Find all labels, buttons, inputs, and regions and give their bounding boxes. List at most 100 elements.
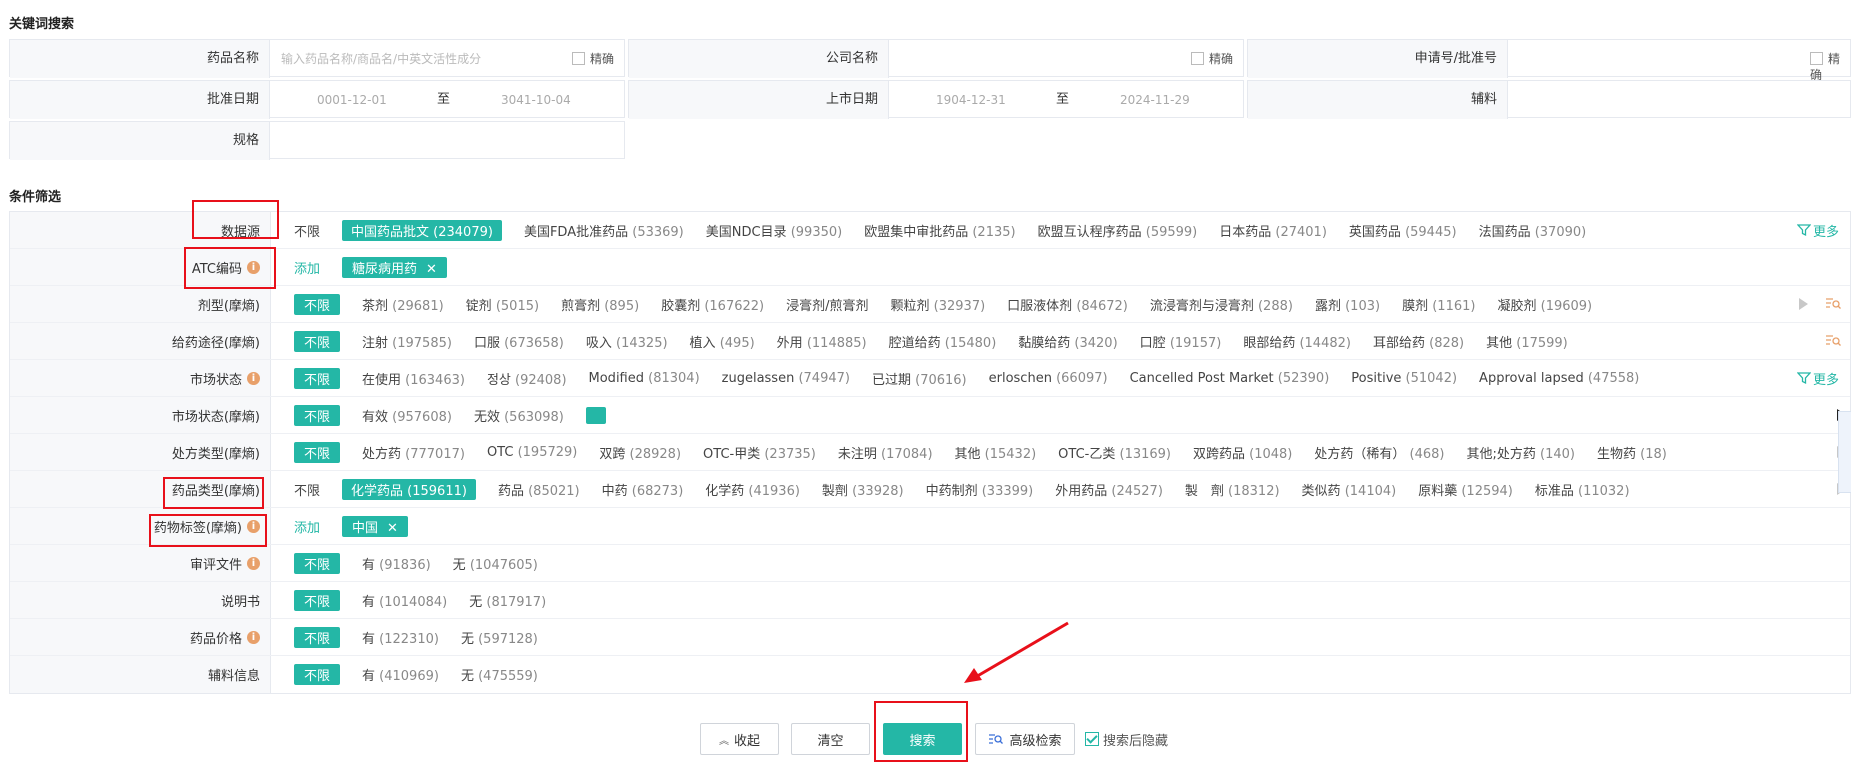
market-date-from[interactable]: 1904-12-31	[936, 81, 1006, 119]
filter-option[interactable]: 有 (122310)	[362, 628, 439, 647]
market-date-to[interactable]: 2024-11-29	[1120, 81, 1190, 119]
filter-option[interactable]: 茶剂 (29681)	[362, 295, 444, 314]
filter-option[interactable]: 处方药（稀有） (468)	[1314, 443, 1444, 462]
option-unlimited[interactable]: 不限	[294, 441, 341, 463]
drug-name-precise-checkbox[interactable]: 精确	[572, 51, 614, 67]
filter-option[interactable]: 注射 (197585)	[362, 332, 452, 351]
filter-option[interactable]: 耳部给药 (828)	[1373, 332, 1464, 351]
drug-name-input[interactable]: 输入药品名称/商品名/中英文活性成分	[270, 40, 481, 78]
company-input[interactable]	[889, 40, 900, 78]
filter-option[interactable]: 其他 (17599)	[1486, 332, 1568, 351]
info-icon[interactable]: i	[247, 371, 260, 385]
filter-option[interactable]: 无 (475559)	[461, 665, 538, 684]
filter-option[interactable]: 口服 (673658)	[474, 332, 564, 351]
filter-option[interactable]: 无效 (563098)	[474, 406, 564, 425]
filter-option[interactable]: 腔道给药 (15480)	[889, 332, 997, 351]
info-icon[interactable]: i	[247, 556, 260, 570]
filter-option[interactable]: 处方药 (777017)	[362, 443, 465, 462]
list-search-icon[interactable]	[1825, 334, 1841, 348]
filter-option[interactable]: erloschen (66097)	[989, 371, 1108, 386]
option-unlimited[interactable]: 不限	[294, 552, 341, 574]
filter-option[interactable]: 无 (597128)	[461, 628, 538, 647]
filter-option[interactable]: 膜剂 (1161)	[1402, 295, 1475, 314]
filter-option[interactable]: 製 劑 (18312)	[1185, 480, 1280, 499]
filter-option[interactable]: Positive (51042)	[1351, 371, 1457, 386]
filter-option[interactable]: 未注明 (17084)	[838, 443, 933, 462]
spec-input[interactable]	[270, 122, 281, 160]
filter-option[interactable]: 中药制剂 (33399)	[926, 480, 1034, 499]
option-unlimited[interactable]: 不限	[294, 589, 341, 611]
filter-option[interactable]: 英国药品 (59445)	[1349, 221, 1457, 240]
filter-option[interactable]: 有 (1014084)	[362, 591, 447, 610]
filter-option[interactable]: 颗粒剂 (32937)	[891, 295, 986, 314]
filter-option[interactable]: 煎膏剂 (895)	[561, 295, 639, 314]
side-panel-tab[interactable]	[1838, 411, 1851, 493]
filter-option[interactable]: 眼部给药 (14482)	[1243, 332, 1351, 351]
filter-option[interactable]: OTC-乙类 (13169)	[1058, 443, 1171, 462]
option-unlimited[interactable]: 不限	[294, 626, 341, 648]
filter-option[interactable]: 黏膜给药 (3420)	[1018, 332, 1117, 351]
filter-option[interactable]: 原料藥 (12594)	[1418, 480, 1513, 499]
filter-option[interactable]: 锭剂 (5015)	[466, 295, 539, 314]
filter-option[interactable]: 胶囊剂 (167622)	[661, 295, 764, 314]
filter-option[interactable]: 凝胶剂 (19609)	[1497, 295, 1592, 314]
close-icon[interactable]: ✕	[426, 262, 437, 277]
filter-option[interactable]: 中国药品批文 (234079)	[342, 219, 502, 241]
filter-option[interactable]: 无 (1047605)	[453, 554, 538, 573]
filter-option[interactable]: OTC-甲类 (23735)	[703, 443, 816, 462]
filter-option[interactable]: 美国FDA批准药品 (53369)	[524, 221, 684, 240]
excipient-input[interactable]	[1508, 81, 1519, 119]
filter-option[interactable]: 双跨 (28928)	[599, 443, 681, 462]
search-button[interactable]: 搜索	[883, 723, 962, 755]
collapse-button[interactable]: ︽ 收起	[700, 723, 779, 755]
filter-option[interactable]: 美国NDC目录 (99350)	[706, 221, 842, 240]
filter-option[interactable]: 口服液体剂 (84672)	[1007, 295, 1128, 314]
filter-option[interactable]: 日本药品 (27401)	[1219, 221, 1327, 240]
filter-option[interactable]: Cancelled Post Market (52390)	[1130, 371, 1330, 386]
filter-option[interactable]: 露剂 (103)	[1315, 295, 1380, 314]
filter-option[interactable]: 有 (410969)	[362, 665, 439, 684]
filter-option[interactable]: 外用药品 (24527)	[1055, 480, 1163, 499]
filter-option[interactable]: 流浸膏剂与浸膏剂 (288)	[1150, 295, 1293, 314]
filter-option[interactable]: 其他 (15432)	[955, 443, 1037, 462]
info-icon[interactable]: i	[247, 260, 260, 274]
filter-option[interactable]: 法国药品 (37090)	[1479, 221, 1587, 240]
filter-option[interactable]: 口腔 (19157)	[1140, 332, 1222, 351]
filter-option[interactable]: 製劑 (33928)	[822, 480, 904, 499]
filter-option[interactable]: zugelassen (74947)	[722, 371, 850, 386]
company-precise-checkbox[interactable]: 精确	[1191, 51, 1233, 67]
filter-option[interactable]: 化学药 (41936)	[705, 480, 800, 499]
option-unlimited[interactable]: 不限	[294, 404, 341, 426]
approve-date-to[interactable]: 3041-10-04	[501, 81, 571, 119]
app-no-input[interactable]	[1508, 40, 1519, 78]
option-unlimited[interactable]: 不限	[294, 293, 341, 315]
filter-option[interactable]: Approval lapsed (47558)	[1479, 371, 1639, 386]
market-status-more-link[interactable]: 更多	[1796, 360, 1839, 396]
filter-option[interactable]: 类似药 (14104)	[1302, 480, 1397, 499]
filter-option[interactable]: OTC (195729)	[487, 445, 577, 460]
option-unlimited[interactable]: 不限	[294, 664, 341, 685]
filter-option[interactable]: 其他;处方药 (140)	[1467, 443, 1576, 462]
filter-option[interactable]: 欧盟集中审批药品 (2135)	[864, 221, 1015, 240]
atc-add-link[interactable]: 添加	[294, 258, 320, 277]
option-unlimited[interactable]: 不限	[294, 221, 320, 240]
filter-option[interactable]: 无 (817917)	[469, 591, 546, 610]
filter-option[interactable]: 化学药品 (159611)	[342, 478, 476, 500]
option-unlimited[interactable]: 不限	[294, 480, 320, 499]
empty-option-chip[interactable]	[585, 406, 606, 424]
filter-option[interactable]: 中药 (68273)	[602, 480, 684, 499]
clear-button[interactable]: 清空	[791, 723, 870, 755]
filter-option[interactable]: 已过期 (70616)	[872, 369, 967, 388]
list-search-icon[interactable]	[1825, 297, 1841, 311]
hide-after-search-checkbox[interactable]: 搜索后隐藏	[1085, 723, 1168, 755]
filter-option[interactable]: Modified (81304)	[589, 371, 700, 386]
scroll-right-icon[interactable]	[1799, 298, 1808, 310]
approve-date-from[interactable]: 0001-12-01	[317, 81, 387, 119]
filter-option[interactable]: 정상 (92408)	[487, 369, 567, 388]
info-icon[interactable]: i	[247, 519, 260, 533]
option-unlimited[interactable]: 不限	[294, 367, 341, 389]
filter-option[interactable]: 双跨药品 (1048)	[1193, 443, 1292, 462]
filter-option[interactable]: 在使用 (163463)	[362, 369, 465, 388]
option-unlimited[interactable]: 不限	[294, 330, 341, 352]
filter-option[interactable]: 外用 (114885)	[777, 332, 867, 351]
